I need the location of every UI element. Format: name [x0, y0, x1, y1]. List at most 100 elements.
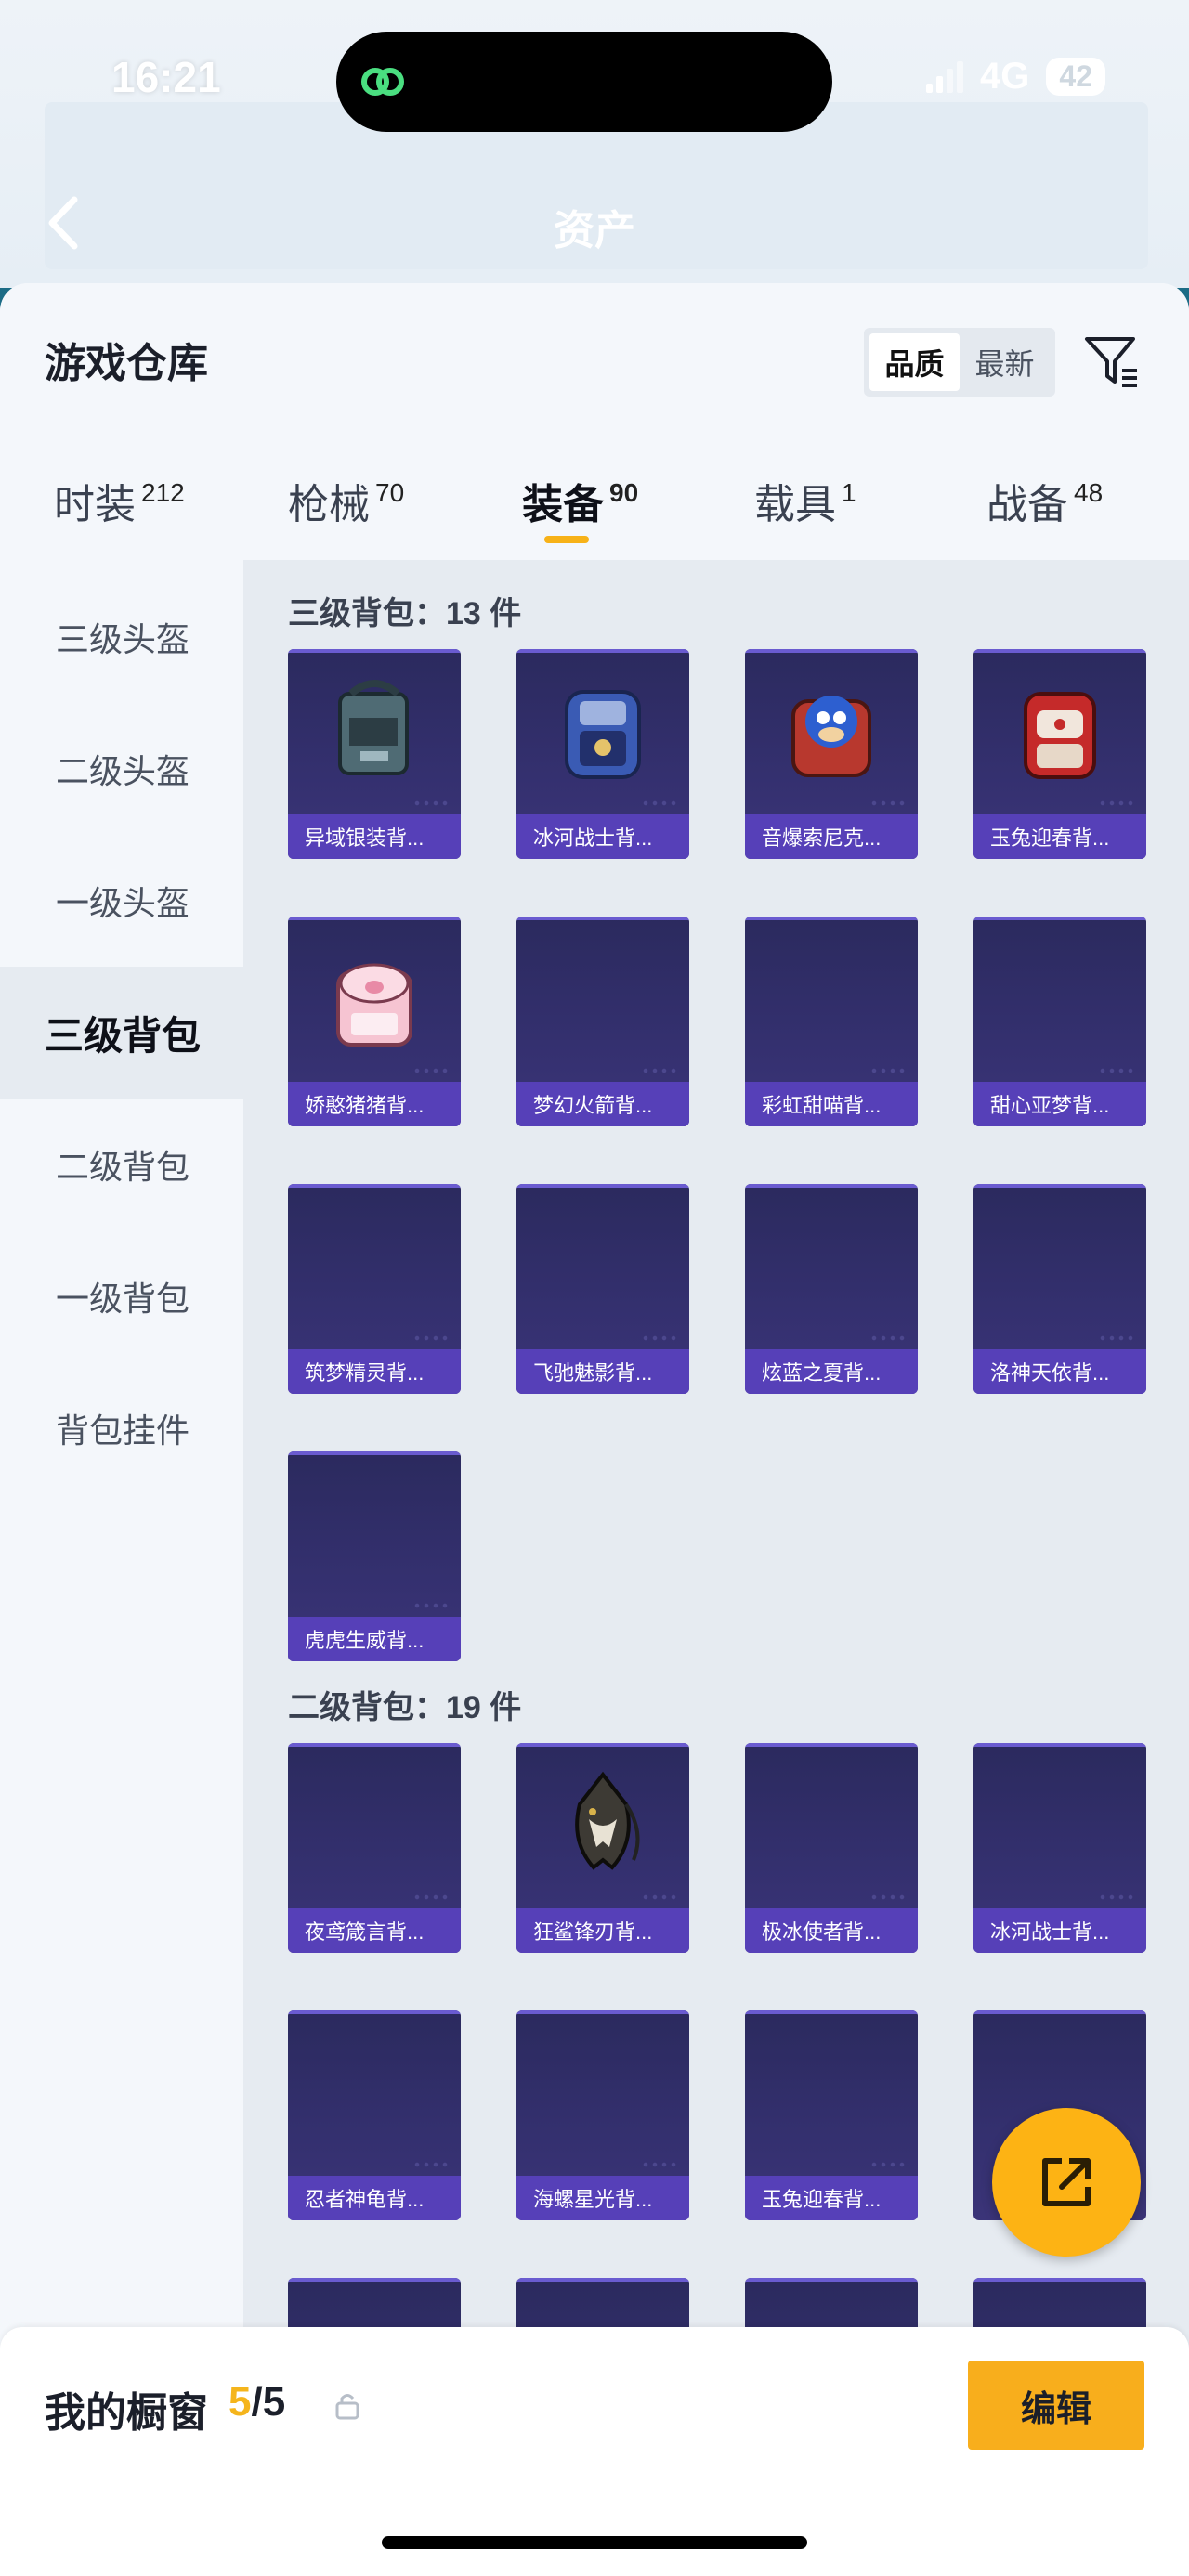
link-icon: [361, 68, 404, 96]
card-decoration: [641, 2161, 678, 2168]
item-name: 娇憨猪猪背...: [288, 1082, 461, 1126]
item-card[interactable]: 玉兔迎春背...: [745, 2010, 918, 2220]
card-decoration: [641, 1893, 678, 1901]
section-label-backpack-2: 二级背包：19 件: [288, 1690, 522, 1725]
card-decoration: [869, 1067, 907, 1074]
item-name: 筑梦精灵背...: [288, 1349, 461, 1394]
tab-fashion[interactable]: 时装 212: [54, 471, 185, 530]
card-decoration: [869, 1893, 907, 1901]
status-indicators: 4G 42: [926, 56, 1105, 98]
backpack-sonic-icon: [791, 696, 871, 777]
sidebar-item-helmet-3[interactable]: 三级头盔: [0, 571, 243, 703]
share-button[interactable]: [992, 2108, 1141, 2257]
tab-tactical[interactable]: 战备 48: [986, 471, 1103, 530]
network-label: 4G: [980, 56, 1030, 97]
item-name: 冰河战士背...: [516, 814, 689, 859]
item-card[interactable]: 筑梦精灵背...: [288, 1184, 461, 1394]
dynamic-island: [336, 32, 832, 132]
card-decoration: [641, 1334, 678, 1342]
sidebar-item-helmet-1[interactable]: 一级头盔: [0, 835, 243, 967]
item-card[interactable]: 冰河战士背...: [516, 649, 689, 859]
item-card[interactable]: 炫蓝之夏背...: [745, 1184, 918, 1394]
sidebar-item-helmet-2[interactable]: 二级头盔: [0, 703, 243, 835]
item-card[interactable]: 极冰使者背...: [745, 1743, 918, 1953]
edit-button[interactable]: 编辑: [968, 2361, 1144, 2450]
share-icon: [1042, 2158, 1091, 2206]
backpack-silver-icon: [338, 680, 409, 775]
item-name: 甜心亚梦背...: [973, 1082, 1146, 1126]
backpack-shark-icon: [575, 1771, 640, 1870]
item-card[interactable]: 夜鸢箴言背...: [288, 1743, 461, 1953]
item-card[interactable]: 冰河战士背...: [973, 1743, 1146, 1953]
card-decoration: [412, 1334, 450, 1342]
sort-toggle: 品质 最新: [864, 328, 1055, 397]
sidebar-item-backpack-charm[interactable]: 背包挂件: [0, 1362, 243, 1494]
item-name: 音爆索尼克...: [745, 814, 918, 859]
filter-icon[interactable]: [1081, 330, 1143, 391]
card-decoration: [412, 800, 450, 807]
item-name: 洛神天依背...: [973, 1349, 1146, 1394]
signal-icon: [926, 60, 964, 93]
card-decoration: [1098, 800, 1135, 807]
item-name: 玉兔迎春背...: [973, 814, 1146, 859]
item-card[interactable]: 异域银装背...: [288, 649, 461, 859]
card-decoration: [1098, 1067, 1135, 1074]
sort-newest-button[interactable]: 最新: [960, 333, 1050, 391]
lock-icon: [335, 2394, 359, 2420]
section-label-backpack-3: 三级背包：13 件: [288, 596, 522, 631]
backpack-blue-icon: [565, 690, 641, 779]
item-name: 炫蓝之夏背...: [745, 1349, 918, 1394]
card-decoration: [869, 1334, 907, 1342]
item-card[interactable]: 娇憨猪猪背...: [288, 917, 461, 1126]
item-card[interactable]: 梦幻火箭背...: [516, 917, 689, 1126]
tab-weapons[interactable]: 枪械 70: [288, 471, 404, 530]
sheet-title: 游戏仓库: [45, 341, 208, 386]
tab-vehicles[interactable]: 载具 1: [754, 471, 856, 530]
sidebar-item-backpack-3[interactable]: 三级背包: [0, 967, 243, 1099]
card-decoration: [641, 800, 678, 807]
backpack-rabbit-icon: [1024, 692, 1096, 779]
sidebar-item-backpack-2[interactable]: 二级背包: [0, 1099, 243, 1230]
home-indicator[interactable]: [382, 2536, 807, 2549]
item-name: 狂鲨锋刃背...: [516, 1908, 689, 1953]
item-card[interactable]: 狂鲨锋刃背...: [516, 1743, 689, 1953]
item-card[interactable]: 虎虎生威背...: [288, 1451, 461, 1661]
sort-quality-button[interactable]: 品质: [869, 333, 960, 391]
item-name: 虎虎生威背...: [288, 1617, 461, 1661]
sidebar: 三级头盔 二级头盔 一级头盔 三级背包 二级背包 一级背包 背包挂件: [0, 560, 243, 2576]
item-card[interactable]: 彩虹甜喵背...: [745, 917, 918, 1126]
card-decoration: [641, 1067, 678, 1074]
page-title: 资产: [554, 208, 635, 254]
card-decoration: [412, 1602, 450, 1609]
card-decoration: [412, 1893, 450, 1901]
item-name: 极冰使者背...: [745, 1908, 918, 1953]
card-decoration: [1098, 1334, 1135, 1342]
item-card[interactable]: 音爆索尼克...: [745, 649, 918, 859]
item-name: 异域银装背...: [288, 814, 461, 859]
showcase-label: 我的橱窗: [45, 2390, 208, 2436]
item-name: 忍者神龟背...: [288, 2176, 461, 2220]
card-decoration: [412, 1067, 450, 1074]
item-card[interactable]: 忍者神龟背...: [288, 2010, 461, 2220]
item-card[interactable]: 甜心亚梦背...: [973, 917, 1146, 1126]
backpack-pig-icon: [336, 963, 412, 1047]
tab-equipment[interactable]: 装备 90: [522, 471, 638, 530]
item-card[interactable]: 洛神天依背...: [973, 1184, 1146, 1394]
item-name: 玉兔迎春背...: [745, 2176, 918, 2220]
item-name: 夜鸢箴言背...: [288, 1908, 461, 1953]
item-card[interactable]: 海螺星光背...: [516, 2010, 689, 2220]
card-decoration: [412, 2161, 450, 2168]
showcase-count: 5/5: [229, 2379, 286, 2425]
active-tab-indicator: [544, 536, 589, 543]
item-name: 冰河战士背...: [973, 1908, 1146, 1953]
card-decoration: [869, 2161, 907, 2168]
card-decoration: [1098, 1893, 1135, 1901]
item-name: 彩虹甜喵背...: [745, 1082, 918, 1126]
item-card[interactable]: 飞驰魅影背...: [516, 1184, 689, 1394]
card-decoration: [869, 800, 907, 807]
item-name: 梦幻火箭背...: [516, 1082, 689, 1126]
status-time: 16:21: [111, 53, 221, 101]
sidebar-item-backpack-1[interactable]: 一级背包: [0, 1230, 243, 1362]
item-card[interactable]: 玉兔迎春背...: [973, 649, 1146, 859]
battery-icon: 42: [1046, 58, 1105, 96]
